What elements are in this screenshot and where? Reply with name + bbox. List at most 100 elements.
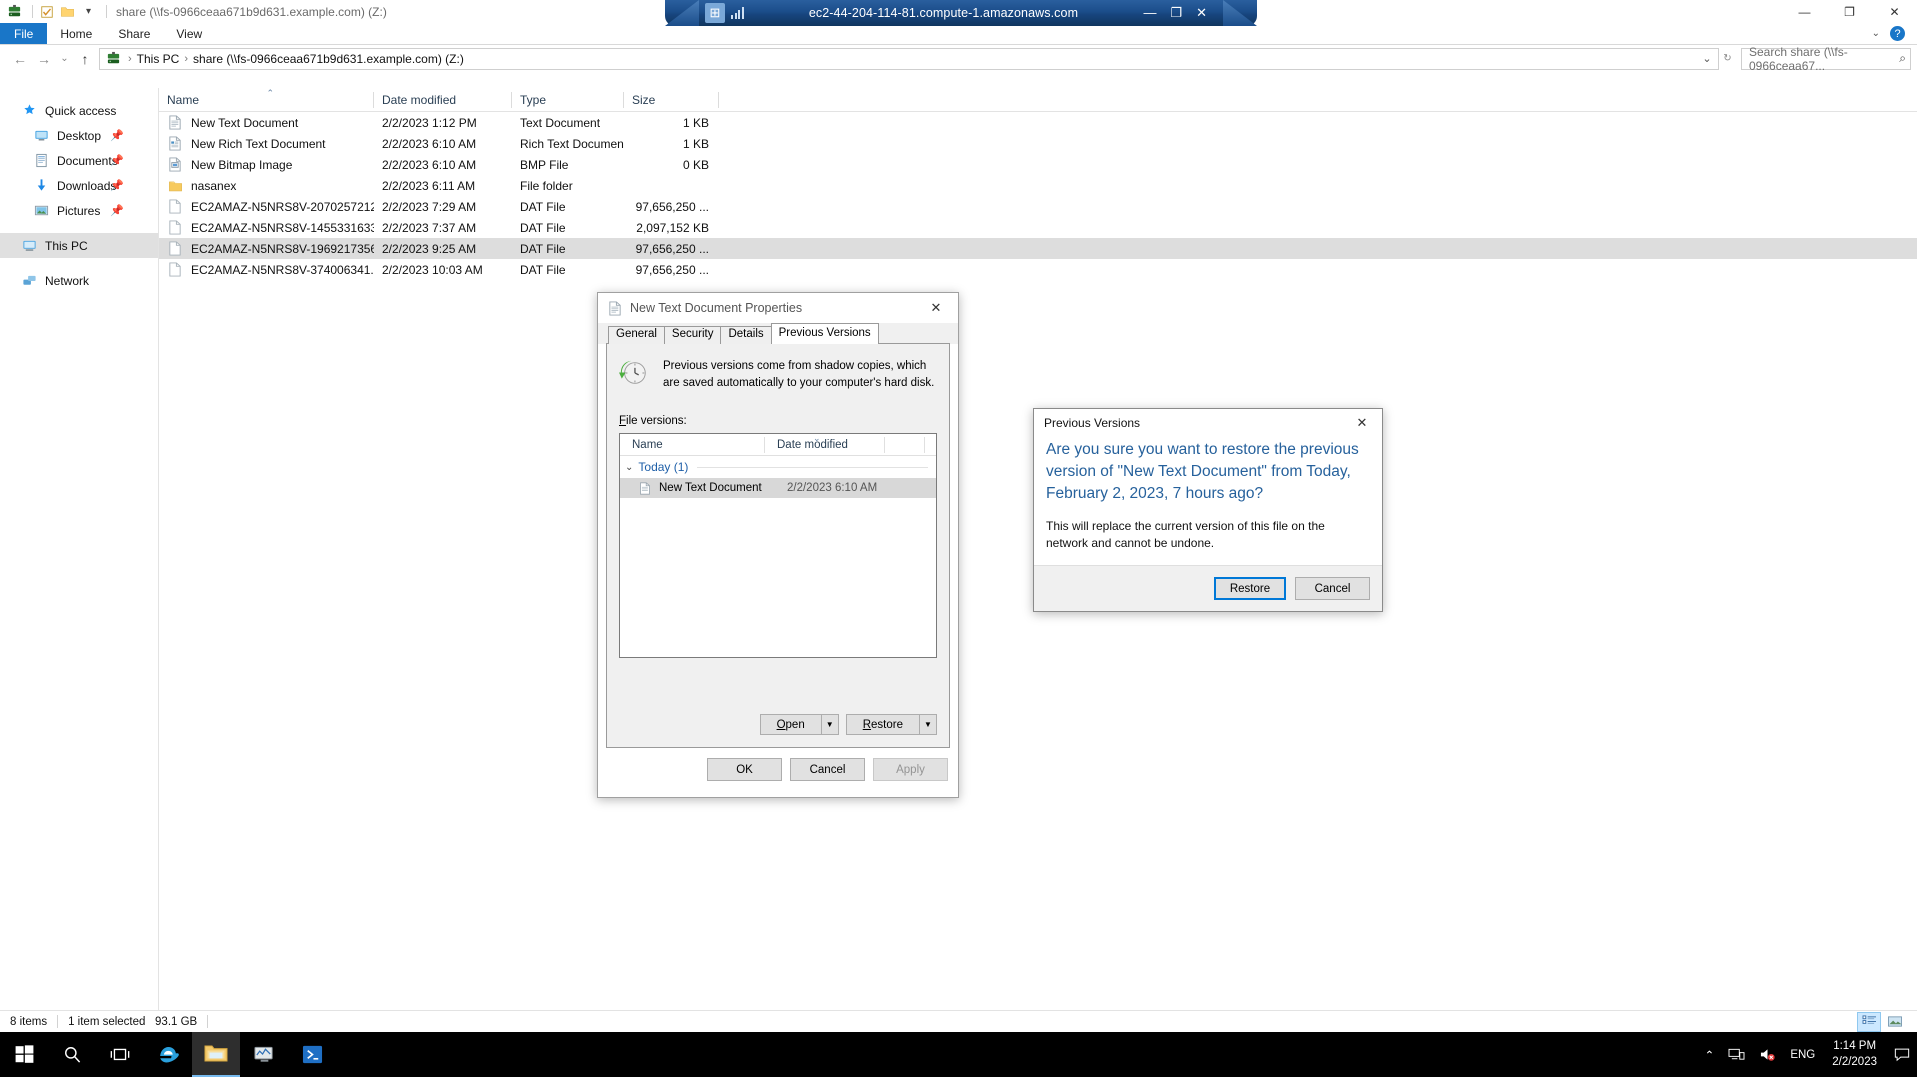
column-header-date[interactable]: Date modified [374,88,512,112]
action-center-button[interactable] [1887,1032,1917,1077]
properties-icon[interactable] [38,3,55,20]
maximize-button[interactable]: ❐ [1827,0,1872,23]
sidebar-item-documents[interactable]: Documents 📌 [0,148,158,173]
restore-dropdown-arrow[interactable]: ▼ [919,715,936,734]
table-row[interactable]: EC2AMAZ-N5NRS8V-2070257212.dat 2/2/2023 7… [159,196,1917,217]
file-version-row[interactable]: New Text Document 2/2/2023 6:10 AM [620,478,936,499]
table-row[interactable]: EC2AMAZ-N5NRS8V-1969217356.dat 2/2/2023 9… [159,238,1917,259]
show-hidden-icons-button[interactable]: ⌃ [1698,1032,1722,1077]
chevron-down-icon[interactable]: ⌄ [1872,28,1880,39]
close-icon[interactable]: ✕ [1342,409,1382,436]
sidebar-item-desktop[interactable]: Desktop 📌 [0,123,158,148]
new-folder-icon[interactable] [59,3,76,20]
rdp-close-button[interactable]: ✕ [1196,5,1207,21]
navigation-bar: ← → ⌄ ↑ › This PC › share (\\fs-0966ceaa… [0,45,1917,73]
fv-column-date[interactable]: ⌄ Date modified [765,433,885,456]
file-name-cell[interactable]: New Rich Text Document [159,136,374,152]
column-header-size[interactable]: Size [624,88,719,112]
up-button[interactable]: ↑ [73,48,97,70]
pin-icon[interactable]: 📌 [110,129,124,142]
pin-icon[interactable]: 📌 [110,179,124,192]
fv-column-name[interactable]: Name [620,434,765,456]
recent-locations-button[interactable]: ⌄ [56,48,73,70]
file-explorer-button[interactable] [192,1032,240,1077]
details-view-button[interactable] [1857,1011,1881,1032]
sidebar-item-downloads[interactable]: Downloads 📌 [0,173,158,198]
fv-column-extra[interactable] [885,434,925,456]
table-row[interactable]: nasanex 2/2/2023 6:11 AM File folder [159,175,1917,196]
table-row[interactable]: EC2AMAZ-N5NRS8V-374006341.dat 2/2/2023 10… [159,259,1917,280]
search-taskbar-button[interactable] [48,1032,96,1077]
back-button[interactable]: ← [8,48,32,70]
ribbon-tab-view[interactable]: View [163,23,215,44]
file-name-cell[interactable]: New Text Document [159,115,374,131]
large-icons-view-button[interactable] [1883,1012,1907,1032]
confirm-restore-button[interactable]: Restore [1214,577,1286,600]
powershell-button[interactable] [288,1032,336,1077]
tab-details[interactable]: Details [720,326,772,344]
ok-button[interactable]: OK [707,758,782,781]
server-manager-button[interactable] [240,1032,288,1077]
breadcrumb-item-0[interactable]: This PC [134,52,183,66]
internet-explorer-button[interactable] [144,1032,192,1077]
ribbon-tab-file[interactable]: File [0,23,48,44]
tab-security[interactable]: Security [663,326,722,344]
breadcrumb-item-1[interactable]: share (\\fs-0966ceaa671b9d631.example.co… [190,52,467,66]
cancel-button[interactable]: Cancel [790,758,865,781]
clock[interactable]: 1:14 PM 2/2/2023 [1822,1032,1887,1077]
confirm-cancel-button[interactable]: Cancel [1295,577,1370,600]
file-versions-list[interactable]: Name ⌄ Date modified ⌄ Today (1) New Tex… [619,433,937,659]
tab-previous-versions[interactable]: Previous Versions [770,323,879,344]
ribbon-tab-share[interactable]: Share [105,23,163,44]
sidebar-item-network[interactable]: Network [0,268,158,293]
rdp-minimize-button[interactable]: — [1143,5,1156,21]
close-icon[interactable]: ✕ [914,293,958,323]
language-indicator[interactable]: ENG [1783,1032,1822,1077]
minimize-button[interactable]: — [1782,0,1827,23]
pin-icon[interactable]: 📌 [110,204,124,217]
pin-icon[interactable]: ⊞ [705,3,725,23]
customize-qat-icon[interactable]: ▾ [80,3,97,20]
table-row[interactable]: New Bitmap Image 2/2/2023 6:10 AM BMP File… [159,154,1917,175]
search-icon[interactable]: ⌕ [1899,51,1906,66]
search-input[interactable]: Search share (\\fs-0966ceaa67... ⌕ [1741,45,1911,73]
restore-button[interactable]: Restore [847,715,919,734]
file-name-cell[interactable]: nasanex [159,178,374,194]
network-tray-button[interactable] [1721,1032,1752,1077]
refresh-button[interactable]: ↻ [1719,48,1736,70]
column-header-name[interactable]: ⌃ Name [159,88,374,112]
forward-button[interactable]: → [32,48,56,70]
sidebar-label-network: Network [45,273,90,288]
open-split-button[interactable]: Open ▼ [759,714,839,735]
file-name-cell[interactable]: New Bitmap Image [159,157,374,173]
file-versions-group-header[interactable]: ⌄ Today (1) [620,456,936,478]
restore-split-button[interactable]: Restore ▼ [845,714,937,735]
table-row[interactable]: New Rich Text Document 2/2/2023 6:10 AM Ri… [159,133,1917,154]
taskbar: ⌃ ENG 1:14 PM 2/2/2023 [0,1032,1917,1077]
open-button[interactable]: Open [761,715,821,734]
tab-general[interactable]: General [608,326,665,344]
sidebar-label-quick-access: Quick access [45,103,117,118]
file-name-cell[interactable]: EC2AMAZ-N5NRS8V-1455331633.dat [159,220,374,236]
help-icon[interactable]: ? [1890,26,1905,41]
close-button[interactable]: ✕ [1872,0,1917,23]
file-name-cell[interactable]: EC2AMAZ-N5NRS8V-374006341.dat [159,262,374,278]
address-dropdown-icon[interactable]: ⌄ [1698,49,1716,69]
chevron-down-icon[interactable]: ⌄ [625,462,633,473]
file-name-cell[interactable]: EC2AMAZ-N5NRS8V-1969217356.dat [159,241,374,257]
start-button[interactable] [0,1032,48,1077]
rdp-restore-button[interactable]: ❐ [1170,5,1182,21]
pin-icon[interactable]: 📌 [110,154,124,167]
table-row[interactable]: EC2AMAZ-N5NRS8V-1455331633.dat 2/2/2023 7… [159,217,1917,238]
sidebar-item-quick-access[interactable]: Quick access [0,98,158,123]
table-row[interactable]: New Text Document 2/2/2023 1:12 PM Text Do… [159,112,1917,133]
column-header-type[interactable]: Type [512,88,624,112]
ribbon-tab-home[interactable]: Home [47,23,105,44]
volume-tray-button[interactable] [1752,1032,1783,1077]
open-dropdown-arrow[interactable]: ▼ [820,715,838,734]
sidebar-item-pictures[interactable]: Pictures 📌 [0,198,158,223]
task-view-button[interactable] [96,1032,144,1077]
address-bar[interactable]: › This PC › share (\\fs-0966ceaa671b9d63… [99,47,1719,70]
sidebar-item-this-pc[interactable]: This PC [0,233,158,258]
file-name-cell[interactable]: EC2AMAZ-N5NRS8V-2070257212.dat [159,199,374,215]
